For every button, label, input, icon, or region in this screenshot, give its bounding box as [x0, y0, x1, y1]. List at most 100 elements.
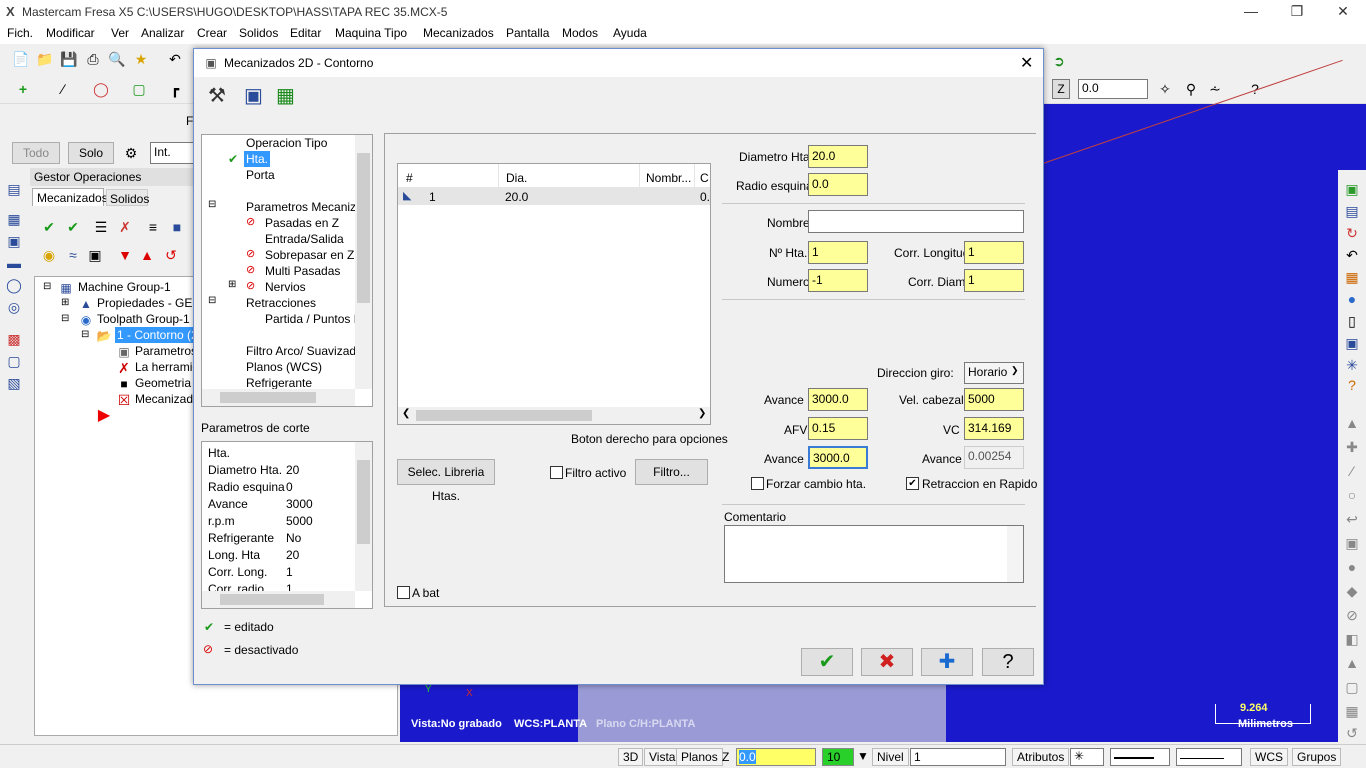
array-icon[interactable]: ▦	[1343, 702, 1361, 720]
nav-vscrollbar[interactable]	[355, 135, 372, 389]
wrap-icon[interactable]: ↺	[1343, 724, 1361, 742]
nav-pasadas-z[interactable]: Pasadas en Z	[265, 215, 339, 231]
scroll-left-icon[interactable]: ❮	[402, 408, 410, 419]
tool-list-hscrollbar[interactable]: ❮ ❯	[398, 407, 710, 424]
col-c[interactable]: C	[700, 171, 709, 185]
exit-icon[interactable]: ➲	[1050, 52, 1068, 70]
shape-icon[interactable]: ◆	[1343, 582, 1361, 600]
dialog-close-icon[interactable]: ✕	[1020, 53, 1033, 73]
menu-editar[interactable]: Editar	[290, 26, 321, 40]
planos-button[interactable]: Planos	[676, 748, 723, 766]
tab-solidos[interactable]: Solidos	[106, 189, 149, 206]
afv-input[interactable]: 0.15	[808, 417, 868, 440]
padlock-icon[interactable]: ▣	[86, 246, 104, 264]
move-down-icon[interactable]: ▼	[116, 246, 134, 264]
view-icon[interactable]: ▤	[1343, 202, 1361, 220]
surface-icon[interactable]: ▢	[5, 352, 23, 370]
direction-select[interactable]: Horario ❯	[964, 362, 1024, 384]
circle-mill-icon[interactable]: ◎	[5, 298, 23, 316]
measure-icon[interactable]: ▲	[1343, 414, 1361, 432]
move-up-icon[interactable]: ▲	[138, 246, 156, 264]
level-color-box[interactable]: 10	[822, 748, 854, 766]
collapse-icon[interactable]: ⊟	[208, 199, 216, 210]
col-dia[interactable]: Dia.	[506, 171, 527, 185]
rectangle-icon[interactable]: ▢	[130, 80, 148, 98]
print-icon[interactable]: ⎙	[84, 50, 102, 68]
nav-operacion-tipo[interactable]: Operacion Tipo	[246, 135, 327, 151]
retraccion-checkbox[interactable]: ✔	[906, 477, 919, 490]
expand-icon[interactable]: ⊟	[61, 313, 69, 324]
select-all-icon[interactable]: ✔	[40, 218, 58, 236]
cube-icon[interactable]: ▣	[1343, 180, 1361, 198]
break-icon[interactable]: ○	[1343, 486, 1361, 504]
question-icon[interactable]: ?	[1343, 376, 1361, 394]
menu-mecanizados[interactable]: Mecanizados	[423, 26, 494, 40]
col-nombre[interactable]: Nombr...	[646, 171, 691, 185]
corrlong-input[interactable]: 1	[964, 241, 1024, 264]
atributos-button[interactable]: Atributos	[1012, 748, 1070, 766]
expand-icon[interactable]: ⊟	[43, 281, 51, 292]
box-icon[interactable]: ▣	[1343, 534, 1361, 552]
grid-icon[interactable]: ▦	[1343, 268, 1361, 286]
restore-button[interactable]: ❐	[1274, 0, 1320, 24]
menu-crear[interactable]: Crear	[197, 26, 227, 40]
insert-pointer-icon[interactable]: ▶	[95, 407, 113, 425]
numero-input[interactable]: -1	[808, 269, 868, 292]
tree-operation-contour[interactable]: 1 - Contorno (2	[115, 327, 199, 343]
sphere-icon[interactable]: ●	[1343, 290, 1361, 308]
comentario-textarea[interactable]	[724, 525, 1024, 583]
todo-button[interactable]: Todo	[12, 142, 60, 164]
nav-porta[interactable]: Porta	[246, 167, 275, 183]
contour-icon[interactable]: ▦	[5, 210, 23, 228]
nav-partida-puntos[interactable]: Partida / Puntos R	[265, 311, 355, 327]
stock-icon[interactable]: ▧	[5, 374, 23, 392]
expand-icon[interactable]: ⊞	[61, 297, 69, 308]
point-style-select[interactable]: ✳	[1070, 748, 1104, 766]
fill-icon[interactable]: ●	[1343, 558, 1361, 576]
nav-hscrollbar[interactable]	[202, 389, 355, 406]
select-library-button[interactable]: Selec. Libreria Htas.	[397, 459, 495, 503]
rotate-icon[interactable]: ↻	[1343, 224, 1361, 242]
tab-mecanizados[interactable]: Mecanizados	[32, 188, 108, 206]
table-row[interactable]: ◣ 1 20.0 0.	[398, 188, 710, 205]
pocket-icon[interactable]: ▣	[5, 232, 23, 250]
axes-icon[interactable]: ✳	[1343, 356, 1361, 374]
menu-ayuda[interactable]: Ayuda	[613, 26, 647, 40]
new-file-icon[interactable]: 📄	[12, 50, 30, 68]
cancel-button[interactable]: ✖	[861, 648, 913, 676]
add-point-icon[interactable]: +	[14, 80, 32, 98]
undo-icon[interactable]: ↶	[166, 50, 184, 68]
params-hscrollbar[interactable]	[202, 591, 355, 608]
diametro-input[interactable]: 20.0	[808, 145, 868, 168]
nav-parametros-mecanizado[interactable]: Parametros Mecanizad	[246, 199, 369, 215]
forzar-checkbox[interactable]	[751, 477, 764, 490]
nav-nervios[interactable]: Nervios	[265, 279, 306, 295]
scale-icon[interactable]: ▲	[1343, 654, 1361, 672]
line-icon[interactable]: ∕	[54, 80, 72, 98]
snap-icon[interactable]: ✧	[1156, 80, 1174, 98]
vista-button[interactable]: Vista	[644, 748, 681, 766]
save-icon[interactable]: 💾	[60, 50, 78, 68]
fillet-icon[interactable]: ┏	[166, 80, 184, 98]
page-icon[interactable]: ▯	[1343, 312, 1361, 330]
menu-pantalla[interactable]: Pantalla	[506, 26, 549, 40]
help-button[interactable]: ?	[982, 648, 1034, 676]
nav-multi-pasadas[interactable]: Multi Pasadas	[265, 263, 340, 279]
solo-button[interactable]: Solo	[68, 142, 114, 164]
avance-input[interactable]: 3000.0	[808, 388, 868, 411]
tool-icon[interactable]: ⚒	[208, 86, 226, 106]
grupos-button[interactable]: Grupos	[1292, 748, 1342, 766]
nombre-input[interactable]	[808, 210, 1024, 233]
apply-button[interactable]: ✚	[921, 648, 973, 676]
wave-icon[interactable]: ≈	[64, 246, 82, 264]
post-icon[interactable]: ▩	[5, 330, 23, 348]
nivel-select[interactable]: 1	[910, 748, 1006, 766]
axis-icon[interactable]: ⩪	[1206, 80, 1224, 98]
ok-button[interactable]: ✔	[801, 648, 853, 676]
int-input[interactable]: Int.	[150, 142, 196, 164]
print-preview-icon[interactable]: 🔍	[108, 50, 126, 68]
move-icon[interactable]: ✚	[1343, 438, 1361, 456]
undo-view-icon[interactable]: ↶	[1343, 246, 1361, 264]
face-icon[interactable]: ▬	[5, 254, 23, 272]
tree-parameters[interactable]: Parametros	[135, 343, 197, 359]
